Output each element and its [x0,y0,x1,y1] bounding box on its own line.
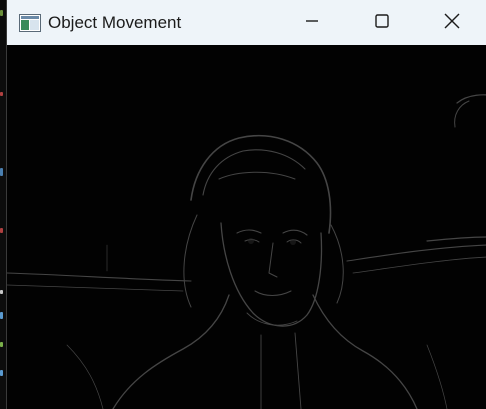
edge-detection-frame [7,45,486,409]
video-feed[interactable] [7,45,486,409]
close-button[interactable] [417,0,486,45]
window-icon [19,13,41,32]
window-title: Object Movement [48,12,182,32]
maximize-icon [375,13,389,32]
close-icon [444,13,460,33]
minimize-icon [305,13,319,32]
minimize-button[interactable] [277,0,347,45]
window-controls [277,0,486,45]
object-movement-window: Object Movement [6,0,486,409]
maximize-button[interactable] [347,0,417,45]
title-bar[interactable]: Object Movement [7,0,486,45]
